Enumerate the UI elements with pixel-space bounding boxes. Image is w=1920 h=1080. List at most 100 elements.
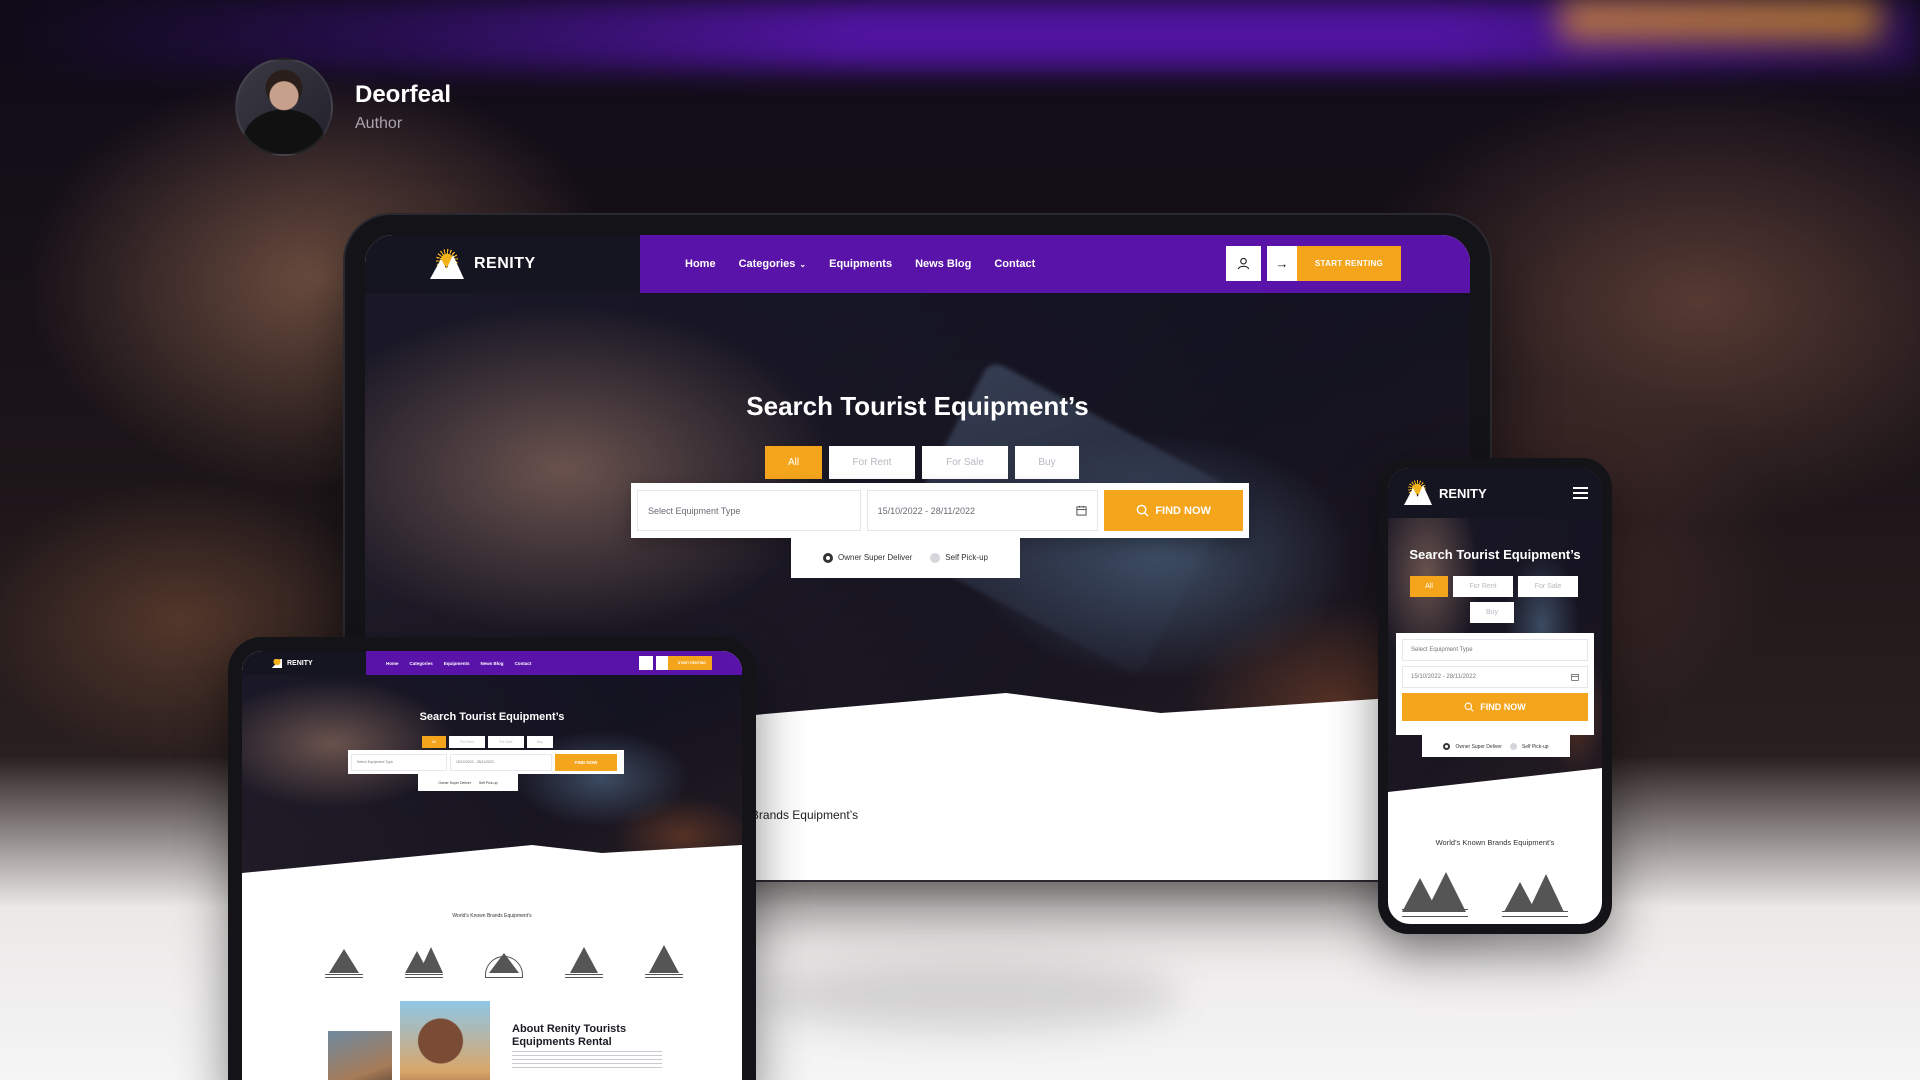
phone-radio-self-pickup[interactable]: Self Pick-up	[1509, 742, 1549, 750]
radio-self-pickup[interactable]: Self Pick-up	[930, 553, 988, 563]
start-renting-button[interactable]: → START RENTING	[1267, 246, 1401, 281]
search-icon	[1137, 504, 1149, 517]
date-range-value: 15/10/2022 - 28/11/2022	[877, 505, 976, 516]
mountain-sun-logo-icon	[430, 249, 464, 279]
floor-shadow	[760, 960, 1180, 1030]
phone-radio-owner-label: Owner Super Deliver	[1455, 743, 1502, 750]
brand-name: RENITY	[474, 255, 536, 272]
tablet-tab-all[interactable]: All	[422, 736, 446, 748]
tablet-header: RENITY Home Categories Equipments News B…	[242, 651, 742, 675]
tablet-date-range-field[interactable]: 15/10/2022 - 28/11/2022	[450, 753, 552, 771]
phone-equipment-type-select[interactable]: Select Equipment Type	[1402, 639, 1588, 661]
chevron-down-icon: ⌄	[799, 259, 807, 269]
phone-search-tabs: All For Rent For Sale Buy	[1410, 576, 1586, 623]
tablet-nav-news-blog[interactable]: News Blog	[481, 661, 504, 666]
mountains-brand-icon	[1500, 860, 1570, 920]
arrow-right-icon: →	[1267, 246, 1297, 281]
radio-owner-deliver-label: Owner Super Deliver	[838, 553, 913, 563]
tablet-mockup: Search Tourist Equipment’s All For Rent …	[228, 637, 756, 1080]
radio-selected-icon	[823, 553, 834, 563]
tablet-nav-equipments[interactable]: Equipments	[444, 661, 470, 666]
background-cta-blur	[1560, 0, 1880, 40]
tablet-tab-for-rent[interactable]: For Rent	[449, 736, 485, 748]
phone-hero: Search Tourist Equipment’s All For Rent …	[1388, 468, 1602, 828]
tablet-user-icon[interactable]	[639, 656, 653, 670]
phone-tab-for-sale[interactable]: For Sale	[1518, 576, 1578, 597]
phone-radio-pickup-label: Self Pick-up	[1521, 743, 1549, 750]
calendar-icon	[1571, 674, 1579, 681]
phone-find-now-button[interactable]: FIND NOW	[1402, 693, 1588, 721]
nav-categories-label: Categories	[738, 258, 796, 270]
phone-hero-title: Search Tourist Equipment’s	[1409, 547, 1581, 562]
phone-find-now-label: FIND NOW	[1480, 702, 1526, 712]
about-photo-small	[328, 1031, 392, 1080]
phone-tab-all[interactable]: All	[1410, 576, 1448, 597]
date-range-field[interactable]: 15/10/2022 - 28/11/2022	[866, 490, 1099, 531]
nav-home[interactable]: Home	[685, 258, 716, 270]
tablet-screen: Search Tourist Equipment’s All For Rent …	[242, 651, 742, 1080]
tab-buy[interactable]: Buy	[1015, 446, 1079, 479]
phone-tab-for-rent[interactable]: For Rent	[1453, 576, 1513, 597]
nav-news-blog[interactable]: News Blog	[915, 258, 971, 270]
tablet-search-bar: Select Equipment Type 15/10/2022 - 28/11…	[348, 750, 624, 774]
about-text-lines	[512, 1051, 662, 1071]
user-account-button[interactable]	[1226, 246, 1261, 281]
tablet-nav-contact[interactable]: Contact	[515, 661, 532, 666]
radio-unselected-icon	[1509, 742, 1517, 750]
phone-brands-heading: World’s Known Brands Equipment’s	[1435, 838, 1555, 847]
tablet-brand-name: RENITY	[287, 659, 313, 667]
tablet-tab-for-sale[interactable]: For Sale	[488, 736, 524, 748]
mountain-sun-logo-icon	[272, 658, 282, 668]
delivery-options: Owner Super Deliver Self Pick-up	[791, 538, 1020, 578]
tablet-nav-home[interactable]: Home	[386, 661, 399, 666]
tablet-radio-self-pickup[interactable]: Self Pick-up	[479, 781, 498, 785]
nav-equipments[interactable]: Equipments	[829, 258, 892, 270]
tab-for-rent[interactable]: For Rent	[829, 446, 915, 479]
nav-contact[interactable]: Contact	[994, 258, 1035, 270]
search-icon	[1464, 702, 1474, 712]
mountain-sun-logo-icon	[1404, 480, 1432, 506]
site-logo[interactable]: RENITY	[365, 235, 640, 293]
tablet-tab-buy[interactable]: Buy	[527, 736, 553, 748]
mountains-brand-icon	[323, 943, 365, 981]
about-photo-large	[400, 1001, 490, 1080]
about-title: About Renity Tourists Equipments Rental	[512, 1023, 627, 1048]
calendar-icon	[1076, 505, 1087, 516]
avatar	[235, 58, 333, 156]
find-now-button[interactable]: FIND NOW	[1104, 490, 1244, 531]
header-actions: → START RENTING	[1226, 246, 1401, 281]
mountains-brand-icon	[563, 943, 605, 981]
radio-self-pickup-label: Self Pick-up	[945, 553, 988, 563]
tablet-nav-categories[interactable]: Categories	[410, 661, 433, 666]
phone-radio-owner-deliver[interactable]: Owner Super Deliver	[1443, 742, 1502, 750]
author-block: Deorfeal Author	[235, 58, 451, 156]
phone-brand-logos	[1400, 860, 1570, 920]
tablet-find-now-button[interactable]: FIND NOW	[555, 753, 617, 771]
tablet-radio-owner-deliver[interactable]: Owner Super Deliver	[438, 781, 470, 785]
tab-all[interactable]: All	[765, 446, 822, 479]
equipment-type-select[interactable]: Select Equipment Type	[637, 490, 861, 531]
search-bar: Select Equipment Type 15/10/2022 - 28/11…	[631, 483, 1249, 538]
tablet-equipment-type-select[interactable]: Select Equipment Type	[351, 753, 447, 771]
tablet-hero-title: Search Tourist Equipment’s	[419, 711, 565, 723]
nav-categories[interactable]: Categories ⌄	[739, 258, 807, 270]
hero-title: Search Tourist Equipment’s	[746, 391, 1089, 421]
tab-for-sale[interactable]: For Sale	[922, 446, 1008, 479]
menu-icon[interactable]	[1573, 487, 1588, 499]
mountains-brand-icon	[1400, 860, 1470, 920]
tablet-start-renting-button[interactable]: START RENTING	[656, 656, 712, 670]
mountains-brand-icon	[483, 943, 525, 981]
phone-date-range-field[interactable]: 15/10/2022 - 28/11/2022	[1402, 666, 1588, 688]
phone-screen: Search Tourist Equipment’s All For Rent …	[1388, 468, 1602, 924]
phone-hero-divider	[1388, 768, 1602, 828]
phone-delivery-options: Owner Super Deliver Self Pick-up	[1422, 735, 1570, 757]
phone-tab-buy[interactable]: Buy	[1470, 602, 1514, 623]
find-now-label: FIND NOW	[1155, 504, 1211, 517]
phone-brand-name: RENITY	[1439, 485, 1487, 501]
tablet-logo[interactable]: RENITY	[242, 651, 366, 675]
tablet-hero: Search Tourist Equipment’s All For Rent …	[242, 675, 742, 925]
tablet-header-actions: START RENTING	[639, 656, 712, 670]
tablet-search-tabs: All For Rent For Sale Buy	[422, 736, 553, 748]
radio-owner-deliver[interactable]: Owner Super Deliver	[823, 553, 912, 563]
phone-search-form: Select Equipment Type 15/10/2022 - 28/11…	[1396, 633, 1594, 735]
